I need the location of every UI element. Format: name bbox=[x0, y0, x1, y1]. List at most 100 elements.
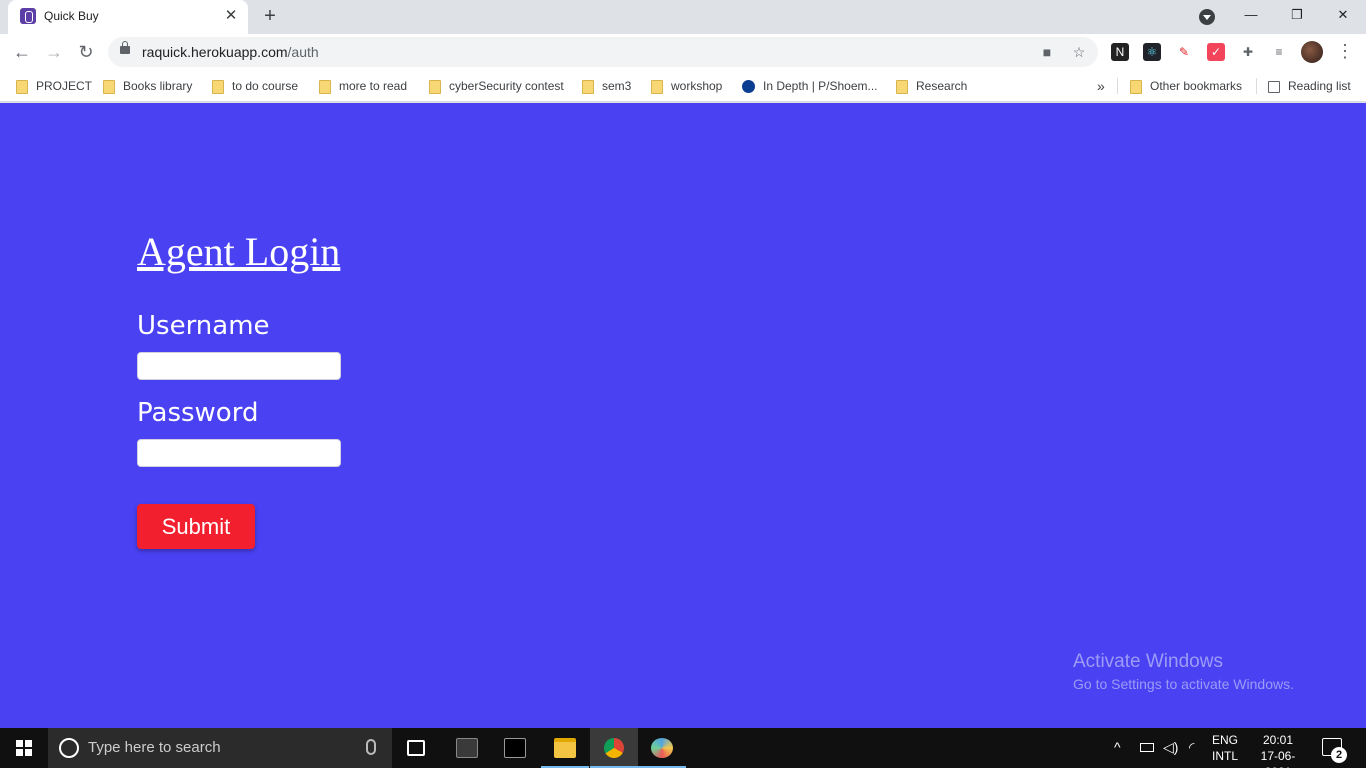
reload-button[interactable]: ↻ bbox=[72, 38, 100, 66]
media-control-icon[interactable]: ≡ bbox=[1270, 43, 1288, 61]
taskbar-app-window[interactable] bbox=[443, 728, 491, 768]
extensions-puzzle-icon[interactable]: ✚ bbox=[1239, 43, 1257, 61]
tab-close-icon[interactable]: ✕ bbox=[222, 7, 240, 25]
bookmark-to-do-course[interactable]: to do course bbox=[212, 77, 298, 95]
clock-time: 20:01 bbox=[1262, 733, 1294, 747]
other-bookmarks[interactable]: Other bookmarks bbox=[1130, 77, 1242, 95]
cortana-icon bbox=[59, 738, 79, 758]
bookmark-workshop[interactable]: workshop bbox=[651, 77, 722, 95]
taskbar-search-box[interactable]: Type here to search bbox=[48, 728, 392, 768]
battery-icon[interactable] bbox=[1140, 743, 1154, 752]
taskbar-file-explorer[interactable] bbox=[541, 728, 589, 768]
language-indicator[interactable]: ENG INTL bbox=[1210, 732, 1240, 764]
keyboard-layout: INTL bbox=[1211, 749, 1238, 763]
bookmark-project[interactable]: PROJECT bbox=[16, 77, 92, 95]
pen-extension-icon[interactable]: ✎ bbox=[1175, 43, 1193, 61]
todo-extension-icon[interactable]: ✓ bbox=[1207, 43, 1225, 61]
bookmark-cybersecurity-contest[interactable]: cyberSecurity contest bbox=[429, 77, 564, 95]
reading-list[interactable]: Reading list bbox=[1268, 77, 1351, 95]
folder-icon bbox=[429, 79, 441, 94]
windows-logo-icon bbox=[16, 740, 32, 756]
browser-toolbar: ← → ↻ raquick.herokuapp.com/auth ■ ☆ N ⚛… bbox=[0, 34, 1366, 70]
bookmark-label: more to read bbox=[339, 79, 408, 93]
folder-icon bbox=[103, 79, 115, 94]
folder-icon bbox=[651, 79, 663, 94]
folder-icon bbox=[212, 79, 224, 94]
taskbar-paint[interactable] bbox=[638, 728, 686, 768]
bookmark-research[interactable]: Research bbox=[896, 77, 967, 95]
activate-windows-subtitle: Go to Settings to activate Windows. bbox=[1073, 676, 1294, 692]
url-path: /auth bbox=[287, 44, 319, 60]
file-explorer-icon bbox=[554, 738, 576, 758]
browser-tab-quick-buy[interactable]: Quick Buy ✕ bbox=[8, 0, 248, 34]
minimize-button[interactable]: — bbox=[1236, 4, 1266, 26]
activate-windows-title: Activate Windows bbox=[1073, 651, 1223, 672]
terminal-icon bbox=[504, 738, 526, 758]
bookmark-books-library[interactable]: Books library bbox=[103, 77, 192, 95]
site-favicon-icon bbox=[20, 8, 36, 24]
browser-menu-icon[interactable]: ⋮ bbox=[1336, 40, 1354, 64]
bookmark-label: sem3 bbox=[602, 79, 632, 93]
username-input[interactable] bbox=[137, 352, 341, 380]
page-title[interactable]: Agent Login bbox=[137, 228, 340, 275]
app-window-icon bbox=[456, 738, 478, 758]
paint-icon bbox=[651, 738, 673, 758]
bookmark-label: to do course bbox=[232, 79, 299, 93]
task-view-button[interactable] bbox=[392, 728, 440, 768]
close-window-button[interactable]: ✕ bbox=[1328, 4, 1358, 26]
bookmark-label: PROJECT bbox=[36, 79, 93, 93]
system-clock[interactable]: 20:01 17-06-2021 bbox=[1248, 732, 1308, 768]
folder-icon bbox=[1130, 79, 1142, 94]
bookmarks-bar: PROJECT Books library to do course more … bbox=[0, 70, 1366, 102]
reading-list-label: Reading list bbox=[1288, 79, 1351, 93]
microphone-icon[interactable] bbox=[366, 739, 376, 755]
password-label: Password bbox=[137, 398, 259, 428]
reading-list-icon bbox=[1268, 80, 1280, 93]
camera-icon[interactable]: ■ bbox=[1038, 43, 1056, 61]
clock-date: 17-06-2021 bbox=[1260, 749, 1296, 768]
notification-count-badge: 2 bbox=[1331, 747, 1347, 763]
extension-1-icon[interactable]: N bbox=[1111, 43, 1129, 61]
volume-icon[interactable]: ◁) bbox=[1163, 739, 1178, 768]
start-button[interactable] bbox=[0, 728, 48, 768]
bookmark-label: In Depth | P/Shoem... bbox=[763, 79, 878, 93]
folder-icon bbox=[582, 79, 594, 94]
tab-title: Quick Buy bbox=[44, 9, 99, 23]
profile-avatar[interactable] bbox=[1301, 41, 1323, 63]
bookmark-in-depth[interactable]: In Depth | P/Shoem... bbox=[742, 77, 878, 95]
lock-icon[interactable] bbox=[120, 41, 130, 54]
new-tab-button[interactable]: + bbox=[258, 5, 282, 29]
folder-icon bbox=[319, 79, 331, 94]
bookmark-label: workshop bbox=[671, 79, 723, 93]
taskbar-terminal[interactable] bbox=[491, 728, 539, 768]
taskbar-chrome[interactable] bbox=[590, 728, 638, 768]
page-viewport: Agent Login Username Password Submit Act… bbox=[0, 103, 1366, 728]
tab-search-icon[interactable] bbox=[1199, 9, 1215, 25]
restore-button[interactable]: ❐ bbox=[1282, 4, 1312, 26]
bookmarks-overflow-button[interactable]: » bbox=[1097, 77, 1105, 95]
folder-icon bbox=[896, 79, 908, 94]
back-button[interactable]: ← bbox=[8, 38, 36, 66]
forward-button[interactable]: → bbox=[40, 38, 68, 66]
search-placeholder: Type here to search bbox=[88, 739, 221, 756]
browser-titlebar: Quick Buy ✕ + — ❐ ✕ bbox=[0, 0, 1366, 34]
bookmarks-divider bbox=[1256, 78, 1257, 94]
bookmark-sem3[interactable]: sem3 bbox=[582, 77, 631, 95]
bookmark-more-to-read[interactable]: more to read bbox=[319, 77, 407, 95]
wifi-icon[interactable]: ◜ bbox=[1189, 739, 1194, 768]
address-url[interactable]: raquick.herokuapp.com/auth bbox=[142, 44, 319, 60]
show-hidden-icons-button[interactable]: ^ bbox=[1114, 739, 1121, 768]
windows-taskbar: Type here to search ^ ◁) ◜ ENG INTL 20:0… bbox=[0, 728, 1366, 768]
task-view-icon bbox=[407, 740, 425, 756]
username-label: Username bbox=[137, 311, 270, 341]
react-devtools-icon[interactable]: ⚛ bbox=[1143, 43, 1161, 61]
bookmark-label: Research bbox=[916, 79, 968, 93]
bookmark-star-icon[interactable]: ☆ bbox=[1070, 43, 1088, 61]
password-input[interactable] bbox=[137, 439, 341, 467]
address-bar[interactable]: raquick.herokuapp.com/auth ■ ☆ bbox=[108, 37, 1098, 67]
language-code: ENG bbox=[1211, 733, 1238, 747]
bookmark-label: cyberSecurity contest bbox=[449, 79, 564, 93]
nasa-globe-icon bbox=[742, 80, 755, 94]
bookmarks-divider bbox=[1117, 78, 1118, 94]
submit-button[interactable]: Submit bbox=[137, 504, 255, 549]
